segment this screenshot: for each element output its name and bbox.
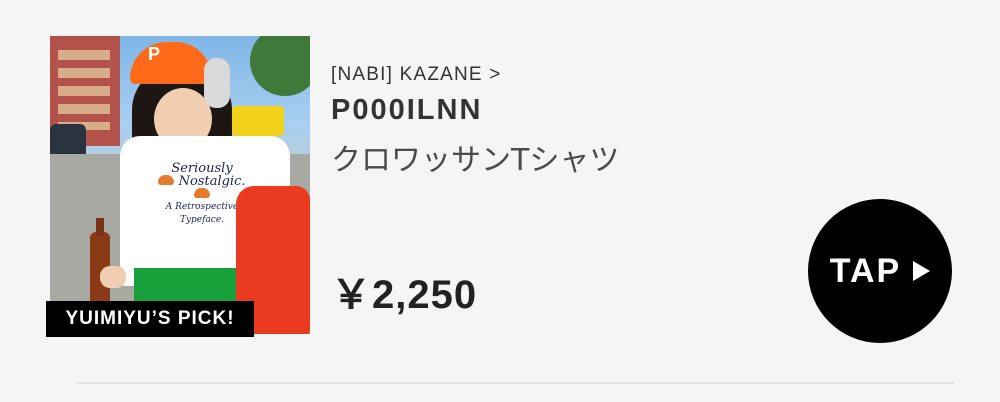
product-photo[interactable]: P Seriously Nostalgic. A Retrospective T… [50, 36, 310, 334]
croissant-icon [158, 175, 175, 185]
croissant-icon [194, 188, 210, 198]
divider [77, 382, 954, 384]
product-price: ￥2,250 [331, 273, 478, 317]
photo-tree [250, 36, 310, 96]
photo-hand [100, 266, 126, 288]
photo-bus [232, 106, 284, 136]
photo-cap [130, 42, 212, 84]
tap-label: TAP [829, 251, 902, 290]
tap-button[interactable]: TAP [808, 199, 952, 343]
product-card: P Seriously Nostalgic. A Retrospective T… [0, 0, 1000, 402]
product-name: クロワッサンTシャツ [331, 143, 620, 178]
product-code: P000ILNN [331, 94, 483, 126]
pick-badge: YUIMIYU’S PICK! [46, 301, 254, 337]
brand-link[interactable]: [NABI] KAZANE > [331, 64, 502, 86]
photo-headphone [204, 58, 230, 108]
photo-cap-logo: P [148, 44, 161, 64]
play-triangle-icon [913, 261, 931, 281]
